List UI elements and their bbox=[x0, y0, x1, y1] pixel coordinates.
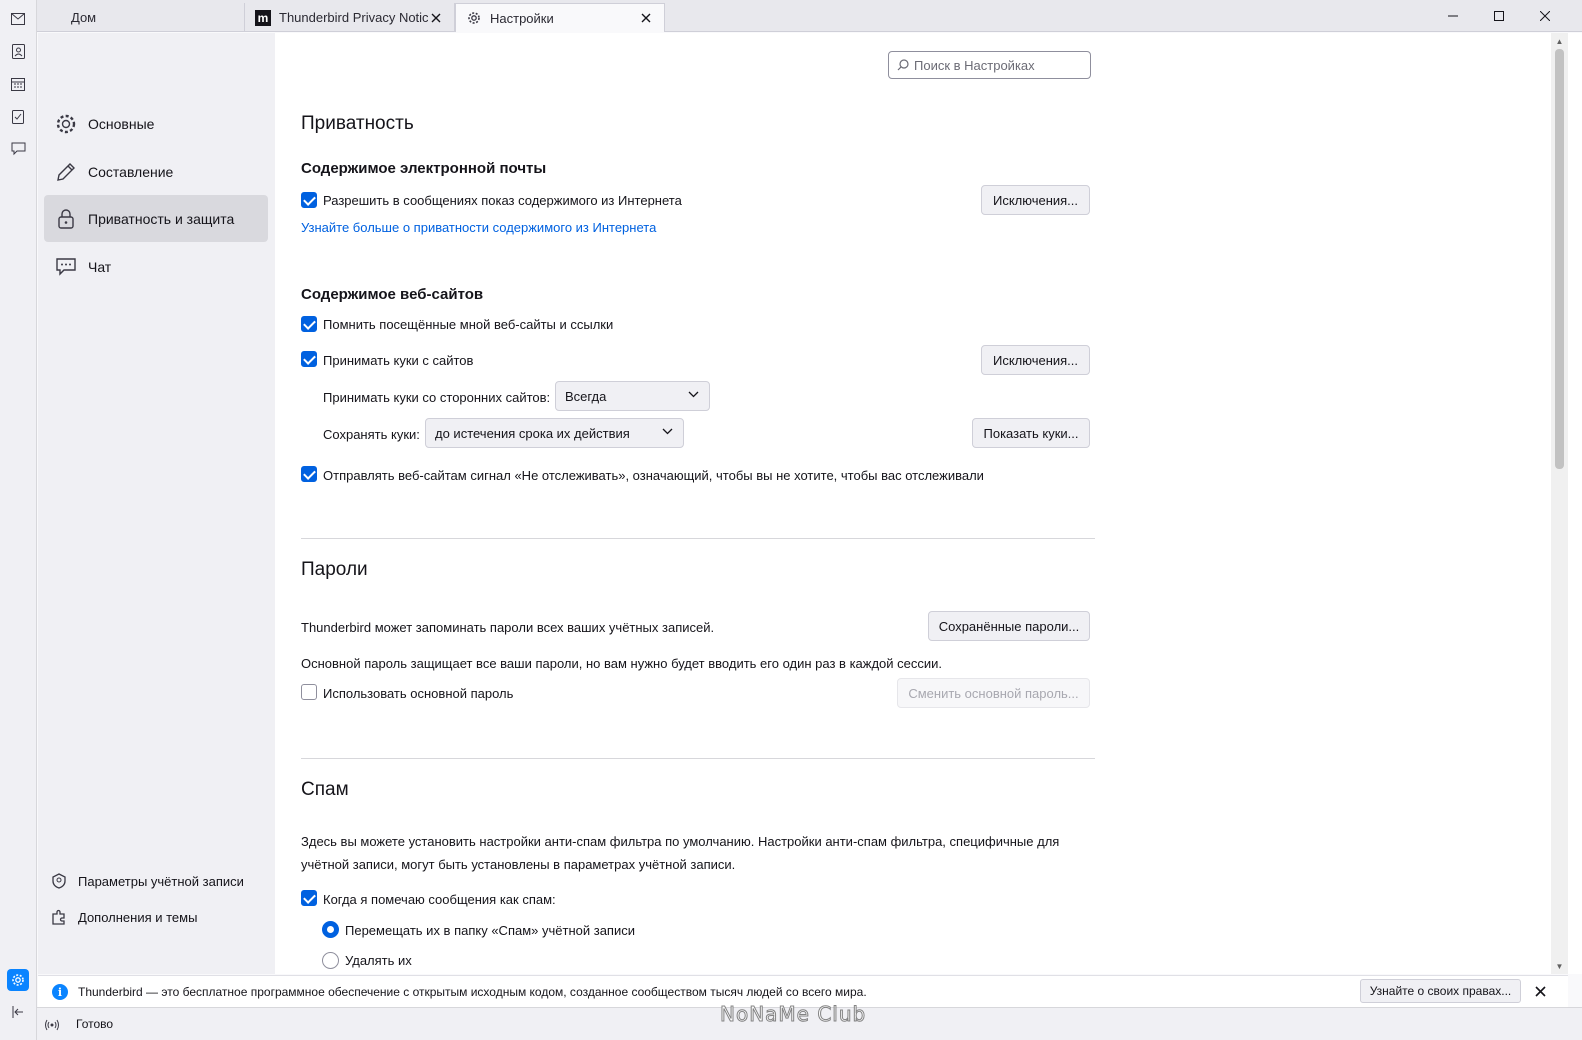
privacy-title: Приватность bbox=[301, 113, 414, 134]
change-primary-password-button[interactable]: Сменить основной пароль... bbox=[897, 678, 1090, 708]
chat-icon bbox=[54, 255, 78, 279]
cookie-exceptions-button[interactable]: Исключения... bbox=[981, 345, 1090, 375]
settings-sidebar: Основные Составление Приватность и защит… bbox=[38, 33, 275, 974]
mail-content-heading: Содержимое электронной почты bbox=[301, 160, 547, 177]
third-party-cookies-label: Принимать куки со сторонних сайтов: bbox=[323, 390, 551, 405]
spam-move-label: Перемещать их в папку «Спам» учётной зап… bbox=[345, 923, 635, 938]
info-icon: i bbox=[52, 984, 68, 1000]
close-window-icon[interactable] bbox=[1522, 0, 1568, 31]
remember-sites-checkbox[interactable] bbox=[301, 316, 317, 332]
know-your-rights-button[interactable]: Узнайте о своих правах... bbox=[1360, 979, 1521, 1003]
chevron-down-icon bbox=[662, 428, 673, 435]
scroll-down-icon[interactable]: ▼ bbox=[1551, 958, 1568, 974]
select-value: Всегда bbox=[565, 388, 607, 404]
content-scrollbar[interactable]: ▲ ▼ bbox=[1551, 33, 1568, 974]
gear-icon bbox=[54, 112, 78, 136]
category-chat[interactable]: Чат bbox=[44, 243, 268, 290]
saved-passwords-button[interactable]: Сохранённые пароли... bbox=[928, 611, 1090, 641]
do-not-track-checkbox[interactable] bbox=[301, 466, 317, 482]
spam-title: Спам bbox=[301, 779, 349, 800]
category-label: Приватность и защита bbox=[88, 210, 235, 227]
spam-delete-radio[interactable] bbox=[322, 952, 339, 969]
close-icon[interactable] bbox=[1532, 983, 1548, 999]
tab-label: Дом bbox=[71, 10, 97, 25]
gear-icon bbox=[466, 10, 482, 26]
collapse-spaces-icon[interactable] bbox=[7, 1001, 29, 1023]
notification-message: Thunderbird — это бесплатное программное… bbox=[78, 985, 867, 999]
section-divider bbox=[301, 538, 1095, 539]
category-label: Основные bbox=[88, 115, 155, 132]
close-icon[interactable] bbox=[638, 10, 654, 26]
search-placeholder: Поиск в Настройках bbox=[914, 57, 1035, 73]
spam-mark-checkbox[interactable] bbox=[301, 890, 317, 906]
search-icon bbox=[897, 59, 909, 71]
online-status-icon[interactable] bbox=[43, 1016, 61, 1034]
addons-themes-label: Дополнения и темы bbox=[78, 909, 198, 925]
remember-sites-label: Помнить посещённые мной веб-сайты и ссыл… bbox=[323, 317, 614, 332]
passwords-title: Пароли bbox=[301, 559, 368, 580]
tab-home[interactable]: Дом bbox=[37, 3, 245, 32]
do-not-track-label: Отправлять веб-сайтам сигнал «Не отслежи… bbox=[323, 468, 984, 483]
allow-remote-content-checkbox[interactable] bbox=[301, 192, 317, 208]
spam-delete-label: Удалять их bbox=[345, 953, 412, 968]
tab-label: Настройки bbox=[490, 10, 554, 26]
close-icon[interactable] bbox=[428, 10, 444, 26]
remote-content-learn-more-link[interactable]: Узнайте больше о приватности содержимого… bbox=[301, 220, 656, 235]
select-value: до истечения срока их действия bbox=[435, 425, 630, 441]
category-label: Чат bbox=[88, 258, 112, 275]
settings-search-input[interactable]: Поиск в Настройках bbox=[888, 51, 1091, 79]
spam-mark-label: Когда я помечаю сообщения как спам: bbox=[323, 892, 556, 907]
section-divider bbox=[301, 758, 1095, 759]
account-settings-icon bbox=[50, 872, 68, 890]
settings-content: Поиск в Настройках Приватность Содержимо… bbox=[275, 33, 1551, 974]
category-general[interactable]: Основные bbox=[44, 100, 268, 147]
tasks-icon[interactable] bbox=[7, 105, 29, 127]
chevron-down-icon bbox=[688, 391, 699, 398]
category-composition[interactable]: Составление bbox=[44, 148, 268, 195]
watermark: NoNaMe Club bbox=[719, 1002, 867, 1027]
tab-bar: Дом m Thunderbird Privacy Notice Настрой… bbox=[37, 0, 1582, 32]
account-settings-link[interactable]: Параметры учётной записи bbox=[50, 869, 244, 893]
tab-settings[interactable]: Настройки bbox=[455, 3, 665, 32]
lock-icon bbox=[54, 207, 78, 231]
category-label: Составление bbox=[88, 163, 174, 180]
spaces-toolbar bbox=[0, 0, 37, 1040]
calendar-icon[interactable] bbox=[7, 73, 29, 95]
spam-move-radio[interactable] bbox=[322, 921, 339, 938]
tab-label: Thunderbird Privacy Notice bbox=[279, 10, 428, 25]
remote-content-exceptions-button[interactable]: Исключения... bbox=[981, 185, 1090, 215]
show-cookies-button[interactable]: Показать куки... bbox=[972, 418, 1090, 448]
mail-icon bbox=[47, 10, 63, 26]
tab-privacy-notice[interactable]: m Thunderbird Privacy Notice bbox=[245, 3, 455, 32]
chat-space-icon[interactable] bbox=[7, 138, 29, 160]
use-primary-password-checkbox[interactable] bbox=[301, 684, 317, 700]
addons-themes-link[interactable]: Дополнения и темы bbox=[50, 905, 197, 929]
remember-passwords-text: Thunderbird может запоминать пароли всех… bbox=[301, 620, 715, 635]
mail-space-icon[interactable] bbox=[7, 8, 29, 30]
spam-description: Здесь вы можете установить настройки ант… bbox=[301, 834, 1060, 872]
scrollbar-thumb[interactable] bbox=[1555, 49, 1564, 469]
address-book-icon[interactable] bbox=[7, 40, 29, 62]
allow-remote-content-label: Разрешить в сообщениях показ содержимого… bbox=[323, 193, 682, 208]
status-text: Готово bbox=[76, 1017, 114, 1031]
mozilla-m-icon: m bbox=[255, 9, 271, 26]
primary-password-description: Основной пароль защищает все ваши пароли… bbox=[301, 656, 943, 671]
keep-cookies-label: Сохранять куки: bbox=[323, 427, 420, 442]
category-privacy[interactable]: Приватность и защита bbox=[44, 195, 268, 242]
maximize-icon[interactable] bbox=[1476, 0, 1522, 31]
accept-cookies-label: Принимать куки с сайтов bbox=[323, 353, 474, 368]
accept-cookies-checkbox[interactable] bbox=[301, 351, 317, 367]
settings-space-icon[interactable] bbox=[7, 969, 29, 991]
third-party-cookies-select[interactable]: Всегда bbox=[555, 381, 710, 411]
scroll-up-icon[interactable]: ▲ bbox=[1551, 33, 1568, 49]
account-settings-label: Параметры учётной записи bbox=[78, 873, 244, 889]
pencil-icon bbox=[54, 160, 78, 184]
web-content-heading: Содержимое веб-сайтов bbox=[301, 286, 484, 303]
minimize-icon[interactable] bbox=[1430, 0, 1476, 31]
window-edge bbox=[1568, 33, 1582, 974]
use-primary-password-label: Использовать основной пароль bbox=[323, 686, 514, 701]
keep-cookies-select[interactable]: до истечения срока их действия bbox=[425, 418, 684, 448]
puzzle-icon bbox=[50, 908, 68, 926]
